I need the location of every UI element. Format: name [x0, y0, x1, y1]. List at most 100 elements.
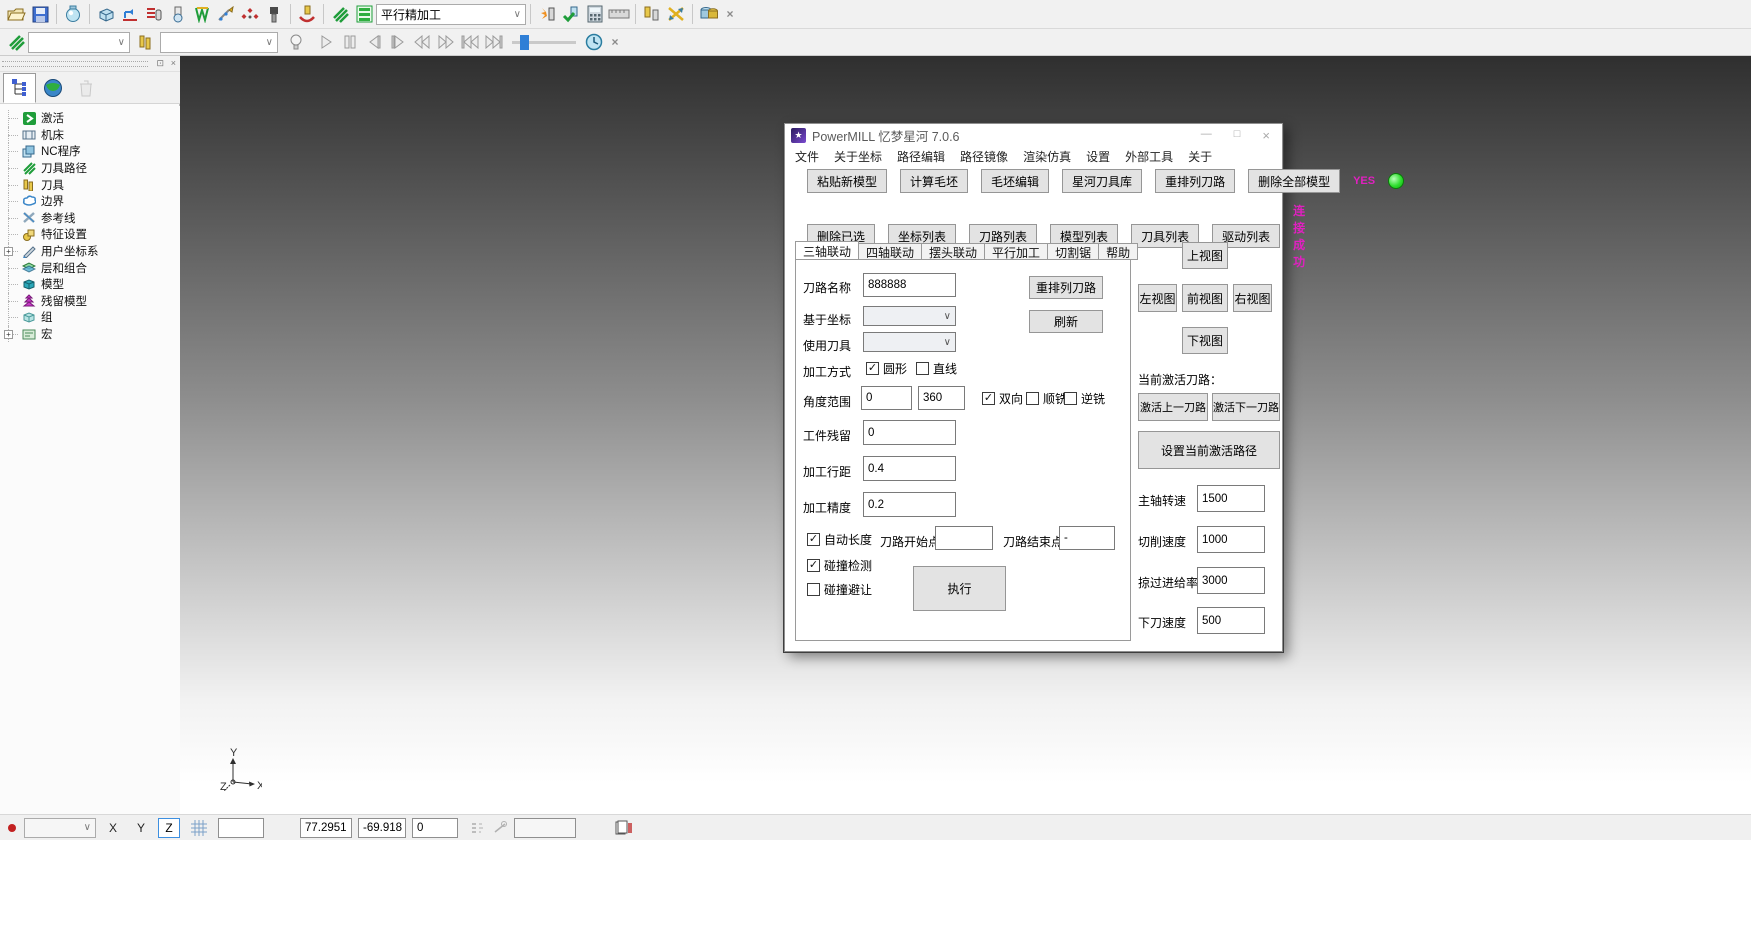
menu-path-mirror[interactable]: 路径镜像	[960, 148, 1008, 165]
toolpath-pattern-icon[interactable]	[190, 2, 214, 26]
tool-ball-icon[interactable]	[166, 2, 190, 26]
strategy-preset-combo[interactable]: 平行精加工 ∨	[376, 4, 526, 25]
angle-from-input[interactable]: 0	[861, 386, 912, 410]
tree-item-workplanes[interactable]: + 用户坐标系	[0, 243, 180, 260]
grid-snap-icon[interactable]	[190, 819, 208, 837]
sim-toolpath-combo[interactable]: ∨	[28, 32, 130, 53]
menu-external-tools[interactable]: 外部工具	[1125, 148, 1173, 165]
maximize-icon[interactable]: □	[1234, 128, 1241, 143]
tree-item-stock-models[interactable]: 残留模型	[0, 293, 180, 310]
climb-checkbox[interactable]: 顺铣	[1026, 390, 1067, 407]
menu-file[interactable]: 文件	[795, 148, 819, 165]
menu-path-edit[interactable]: 路径编辑	[897, 148, 945, 165]
nc-program-list-icon[interactable]	[142, 2, 166, 26]
tool-library-button[interactable]: 星河刀具库	[1062, 169, 1142, 193]
dialog-titlebar[interactable]: ★ PowerMILL 忆梦星河 7.0.6 — □ ×	[785, 124, 1282, 146]
tree-item-feature-sets[interactable]: 特征设置	[0, 226, 180, 243]
method-circle-checkbox[interactable]: ✓ 圆形	[866, 360, 907, 377]
tree-item-groups[interactable]: 组	[0, 309, 180, 326]
render-shaded-icon[interactable]	[61, 2, 85, 26]
stepover-input[interactable]: 0.4	[863, 456, 956, 481]
tab-parallel[interactable]: 平行加工	[985, 243, 1048, 260]
block-icon[interactable]	[94, 2, 118, 26]
bidirectional-checkbox[interactable]: ✓ 双向	[982, 390, 1023, 407]
panel-grip[interactable]: ⊡ ×	[0, 56, 180, 72]
rewind-icon[interactable]	[410, 30, 434, 54]
pause-icon[interactable]	[338, 30, 362, 54]
view-top-button[interactable]: 上视图	[1182, 242, 1228, 269]
plunge-speed-input[interactable]: 500	[1197, 607, 1265, 634]
cutting-speed-input[interactable]: 1000	[1197, 526, 1265, 553]
axis-x-button[interactable]: X	[102, 818, 124, 838]
statusbar-combo[interactable]: ∨	[24, 818, 96, 838]
tree-item-models[interactable]: 模型	[0, 276, 180, 293]
tree-item-tools[interactable]: 刀具	[0, 176, 180, 193]
collision-avoid-checkbox[interactable]: 碰撞避让	[807, 581, 872, 598]
cursor-y-field[interactable]: -69.918	[358, 818, 406, 838]
tool-holder-icon[interactable]	[262, 2, 286, 26]
toolpath-swirl-icon[interactable]	[328, 2, 352, 26]
tab-explorer-tree[interactable]	[3, 73, 36, 103]
save-icon[interactable]	[28, 2, 52, 26]
tool-pair-icon[interactable]	[640, 2, 664, 26]
stock-remain-input[interactable]: 0	[863, 420, 956, 445]
cross-arrows-icon[interactable]	[664, 2, 688, 26]
list-options-icon[interactable]	[470, 821, 486, 835]
toolbar-close-icon[interactable]: ×	[721, 5, 739, 23]
sim-speed-slider[interactable]	[512, 33, 576, 51]
menu-coords[interactable]: 关于坐标	[834, 148, 882, 165]
end-point-input[interactable]: -	[1059, 526, 1115, 550]
auto-length-checkbox[interactable]: ✓ 自动长度	[807, 531, 872, 548]
cursor-x-field[interactable]: 77.2951	[300, 818, 352, 838]
start-point-input[interactable]	[935, 526, 993, 550]
panel-float-icon[interactable]: ⊡	[156, 58, 164, 69]
statusbar-empty-field-2[interactable]	[514, 818, 576, 838]
tab-3axis[interactable]: 三轴联动	[795, 241, 859, 260]
calc-stock-button[interactable]: 计算毛坯	[900, 169, 968, 193]
menu-render-sim[interactable]: 渲染仿真	[1023, 148, 1071, 165]
calculator-icon[interactable]	[583, 2, 607, 26]
tolerance-input[interactable]: 0.2	[863, 492, 956, 517]
rearrange-toolpath-button[interactable]: 重排列刀路	[1155, 169, 1235, 193]
conventional-checkbox[interactable]: 逆铣	[1064, 390, 1105, 407]
view-right-button[interactable]: 右视图	[1233, 284, 1272, 312]
link-icon[interactable]	[492, 821, 508, 835]
step-back-icon[interactable]	[362, 30, 386, 54]
skip-to-end-icon[interactable]	[482, 30, 506, 54]
toolpath-edit-icon[interactable]	[118, 2, 142, 26]
set-active-path-button[interactable]: 设置当前激活路径	[1138, 431, 1280, 469]
use-tool-combo[interactable]: ∨	[863, 332, 956, 352]
tree-item-patterns[interactable]: 参考线	[0, 210, 180, 227]
tool-check-icon[interactable]	[559, 2, 583, 26]
fast-forward-icon[interactable]	[434, 30, 458, 54]
tab-saw[interactable]: 切割锯	[1048, 243, 1099, 260]
toolpath-name-input[interactable]: 888888	[863, 273, 956, 297]
tree-item-levels-sets[interactable]: 层和组合	[0, 259, 180, 276]
expand-icon[interactable]: +	[4, 247, 13, 256]
angle-to-input[interactable]: 360	[918, 386, 965, 410]
ruler-icon[interactable]	[607, 2, 631, 26]
tree-item-toolpaths[interactable]: 刀具路径	[0, 160, 180, 177]
collision-check-checkbox[interactable]: ✓ 碰撞检测	[807, 557, 872, 574]
close-icon[interactable]: ×	[1262, 128, 1270, 143]
view-front-button[interactable]: 前视图	[1182, 284, 1228, 312]
graphics-viewport[interactable]: Y X Z ★ PowerMILL 忆梦星河 7.0.6 — □ × 文件 关于…	[180, 56, 1751, 814]
tool-arc-icon[interactable]	[295, 2, 319, 26]
step-forward-icon[interactable]	[386, 30, 410, 54]
activate-prev-toolpath-button[interactable]: 激活上一刀路	[1138, 393, 1208, 421]
view-left-button[interactable]: 左视图	[1138, 284, 1177, 312]
tree-item-nc-program[interactable]: NC程序	[0, 143, 180, 160]
refresh-button[interactable]: 刷新	[1029, 310, 1103, 333]
menu-settings[interactable]: 设置	[1086, 148, 1110, 165]
statusbar-empty-field[interactable]	[218, 818, 264, 838]
strategy-list-icon[interactable]	[352, 2, 376, 26]
tool-spark-icon[interactable]	[535, 2, 559, 26]
panel-close-icon[interactable]: ×	[171, 58, 176, 68]
method-line-checkbox[interactable]: 直线	[916, 360, 957, 377]
tree-item-machine[interactable]: 机床	[0, 127, 180, 144]
axis-z-button[interactable]: Z	[158, 818, 180, 838]
tab-globe[interactable]	[36, 73, 69, 103]
axis-y-button[interactable]: Y	[130, 818, 152, 838]
toolbar-close-icon[interactable]: ×	[606, 33, 624, 51]
tab-tilt-head[interactable]: 摆头联动	[922, 243, 985, 260]
